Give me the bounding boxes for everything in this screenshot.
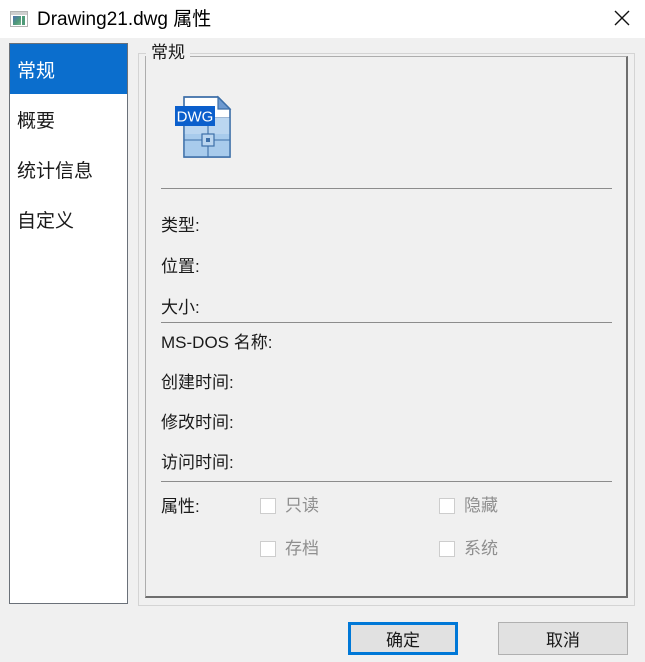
checkbox-archive-label: 存档 (285, 539, 319, 558)
checkbox-system-label: 系统 (464, 539, 498, 558)
general-content-panel: DWG 类型: 位置: 大小: MS-DOS 名称: 创建时间: 修改时间: 访… (145, 56, 628, 598)
checkbox-hidden-label: 隐藏 (464, 496, 498, 515)
tab-list[interactable]: 常规 概要 统计信息 自定义 (9, 43, 128, 604)
field-msdos-name-label: MS-DOS 名称: (161, 333, 273, 352)
window-title: Drawing21.dwg 属性 (37, 8, 212, 30)
attributes-label: 属性: (161, 497, 200, 516)
dwg-file-icon: DWG (175, 94, 237, 160)
field-msdos-name: MS-DOS 名称: (161, 333, 272, 353)
sidebar-item-custom[interactable]: 自定义 (10, 194, 127, 244)
sidebar-item-label: 自定义 (17, 210, 75, 232)
checkbox-archive[interactable]: 存档 (260, 539, 319, 559)
ok-button[interactable]: 确定 (348, 622, 458, 655)
app-window-icon-titlebar (11, 12, 27, 15)
field-accessed-label: 访问时间: (161, 453, 234, 472)
title-bar: Drawing21.dwg 属性 (0, 0, 645, 38)
field-modified: 修改时间: (161, 413, 234, 433)
field-location-label: 位置: (161, 257, 200, 276)
app-window-icon (10, 11, 28, 27)
checkbox-readonly[interactable]: 只读 (260, 496, 319, 516)
field-created-label: 创建时间: (161, 373, 234, 392)
sidebar-item-label: 统计信息 (17, 160, 94, 182)
field-location: 位置: (161, 257, 200, 277)
app-window-icon-glyph (13, 16, 21, 25)
checkbox-readonly-box[interactable] (260, 498, 276, 514)
ok-button-label: 确定 (386, 631, 420, 650)
checkbox-archive-box[interactable] (260, 541, 276, 557)
cancel-button-label: 取消 (546, 631, 580, 650)
close-icon[interactable] (599, 0, 645, 36)
field-created: 创建时间: (161, 373, 234, 393)
svg-text:DWG: DWG (177, 109, 214, 126)
sidebar-item-general[interactable]: 常规 (10, 44, 127, 94)
app-window-icon-glyph-right (22, 16, 25, 25)
field-size-label: 大小: (161, 298, 200, 317)
checkbox-readonly-label: 只读 (285, 496, 319, 515)
checkbox-system[interactable]: 系统 (439, 539, 498, 559)
field-modified-label: 修改时间: (161, 413, 234, 432)
checkbox-hidden-box[interactable] (439, 498, 455, 514)
sidebar-item-label: 概要 (17, 110, 56, 132)
sidebar-item-label: 常规 (17, 60, 56, 82)
checkbox-hidden[interactable]: 隐藏 (439, 496, 498, 516)
sidebar-item-summary[interactable]: 概要 (10, 94, 127, 144)
field-accessed: 访问时间: (161, 453, 234, 473)
field-size: 大小: (161, 298, 200, 318)
separator-2 (161, 322, 612, 323)
separator-1 (161, 188, 612, 189)
sidebar-item-statistics[interactable]: 统计信息 (10, 144, 127, 194)
cancel-button[interactable]: 取消 (498, 622, 628, 655)
separator-3 (161, 481, 612, 482)
groupbox-title: 常规 (146, 42, 190, 64)
field-type-label: 类型: (161, 216, 200, 235)
field-type: 类型: (161, 216, 200, 236)
checkbox-system-box[interactable] (439, 541, 455, 557)
